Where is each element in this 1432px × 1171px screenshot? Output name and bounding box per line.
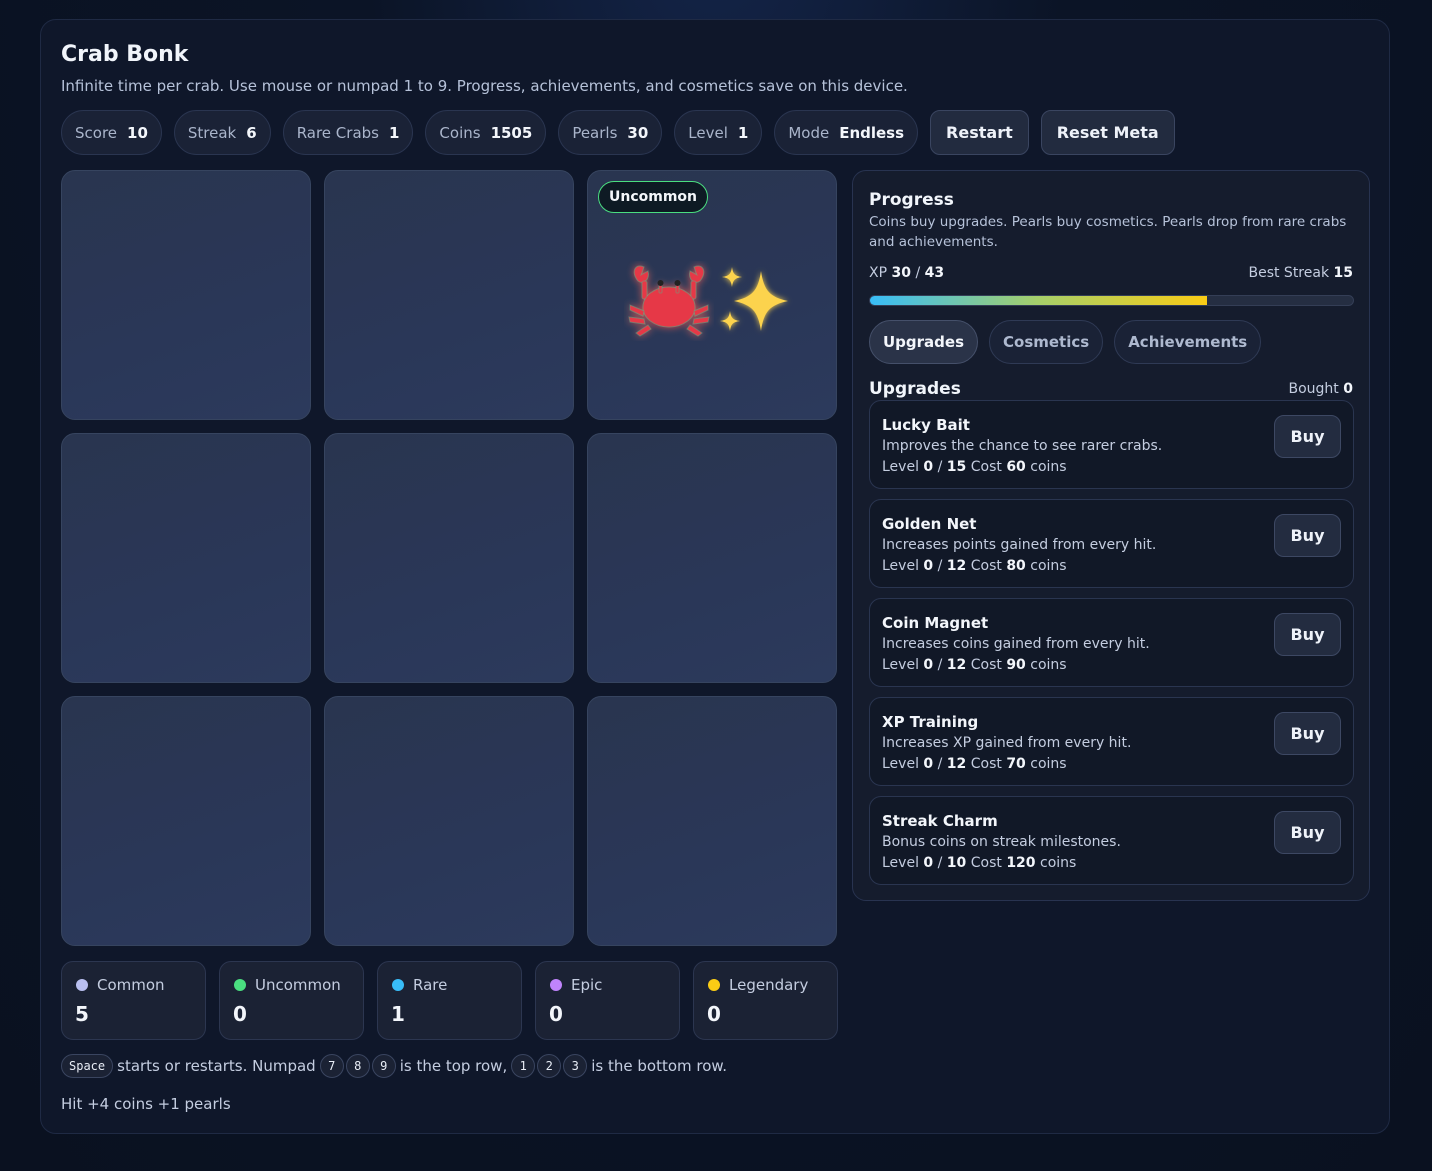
rarity-dot <box>550 979 562 991</box>
upgrade-list: Lucky Bait Improves the chance to see ra… <box>869 400 1354 895</box>
upgrade-lucky-bait: Lucky Bait Improves the chance to see ra… <box>869 400 1354 489</box>
key-9: 9 <box>371 1054 396 1078</box>
xp-readout: XP 30 / 43 <box>869 265 945 281</box>
key-8: 8 <box>345 1054 370 1078</box>
upgrade-xp-training: XP Training Increases XP gained from eve… <box>869 697 1354 786</box>
tab-upgrades[interactable]: Upgrades <box>869 320 979 364</box>
restart-button[interactable]: Restart <box>930 110 1029 155</box>
hole-5[interactable] <box>324 433 574 683</box>
stat-streak: Streak 6 <box>173 110 271 155</box>
buy-streak-charm-button[interactable]: Buy <box>1274 811 1341 854</box>
rarity-epic: Epic 0 <box>535 961 680 1040</box>
key-2: 2 <box>537 1054 562 1078</box>
hole-7[interactable] <box>61 170 311 420</box>
hole-1[interactable] <box>61 696 311 946</box>
rarity-rare: Rare 1 <box>377 961 522 1040</box>
stats-bar: Score 10 Streak 6 Rare Crabs 1 Coins 1505 Pe… <box>61 110 1175 155</box>
rarity-legendary: Legendary 0 <box>693 961 838 1040</box>
hole-9[interactable]: Uncommon <box>587 170 837 420</box>
panel-tabs: Upgrades Cosmetics Achievements <box>869 320 1262 364</box>
buy-coin-magnet-button[interactable]: Buy <box>1274 613 1341 656</box>
stat-pearls: Pearls 30 <box>558 110 663 155</box>
hole-2[interactable] <box>324 696 574 946</box>
hole-6[interactable] <box>587 433 837 683</box>
stat-score: Score 10 <box>61 110 162 155</box>
stat-coins: Coins 1505 <box>425 110 547 155</box>
hole-4[interactable] <box>61 433 311 683</box>
game-panel: Crab Bonk Infinite time per crab. Use mo… <box>40 19 1390 1134</box>
tab-achievements[interactable]: Achievements <box>1114 320 1262 364</box>
stat-mode: Mode Endless <box>774 110 919 155</box>
rarity-dot <box>76 979 88 991</box>
best-streak: Best Streak 15 <box>1248 265 1353 281</box>
stat-level: Level 1 <box>674 110 763 155</box>
hole-8[interactable] <box>324 170 574 420</box>
tab-cosmetics[interactable]: Cosmetics <box>989 320 1104 364</box>
upgrades-bought: Bought 0 <box>1288 381 1354 397</box>
rarity-dot <box>392 979 404 991</box>
reset-meta-button[interactable]: Reset Meta <box>1040 110 1175 155</box>
crab-board: Uncommon <box>61 170 837 946</box>
rarity-dot <box>234 979 246 991</box>
page-subtitle: Infinite time per crab. Use mouse or num… <box>61 77 908 95</box>
xp-progress-fill <box>870 296 1208 305</box>
crab-icon[interactable] <box>624 261 714 341</box>
upgrades-heading: Upgrades <box>869 379 961 399</box>
rarity-uncommon: Uncommon 0 <box>219 961 364 1040</box>
rarity-counters: Common 5 Uncommon 0 Rare 1 Epic 0 Legend… <box>61 961 838 1040</box>
progress-panel: Progress Coins buy upgrades. Pearls buy … <box>852 170 1370 901</box>
key-7: 7 <box>319 1054 344 1078</box>
key-1: 1 <box>511 1054 536 1078</box>
page-title: Crab Bonk <box>61 42 189 67</box>
key-3: 3 <box>563 1054 588 1078</box>
last-hit-status: Hit +4 coins +1 pearls <box>61 1095 231 1113</box>
xp-progress-bar <box>869 295 1354 306</box>
buy-golden-net-button[interactable]: Buy <box>1274 514 1341 557</box>
rarity-badge: Uncommon <box>598 181 709 213</box>
rarity-common: Common 5 <box>61 961 206 1040</box>
progress-title: Progress <box>869 190 954 210</box>
progress-description: Coins buy upgrades. Pearls buy cosmetics… <box>869 214 1347 250</box>
upgrade-coin-magnet: Coin Magnet Increases coins gained from … <box>869 598 1354 687</box>
buy-lucky-bait-button[interactable]: Buy <box>1274 415 1341 458</box>
stat-rare-crabs: Rare Crabs 1 <box>282 110 414 155</box>
hole-3[interactable] <box>587 696 837 946</box>
rarity-dot <box>708 979 720 991</box>
upgrade-streak-charm: Streak Charm Bonus coins on streak miles… <box>869 796 1354 885</box>
key-space: Space <box>61 1054 114 1078</box>
buy-xp-training-button[interactable]: Buy <box>1274 712 1341 755</box>
controls-hint: Space starts or restarts. Numpad 7 8 9 i… <box>61 1054 727 1078</box>
sparkle-icon <box>720 267 788 331</box>
upgrade-golden-net: Golden Net Increases points gained from … <box>869 499 1354 588</box>
